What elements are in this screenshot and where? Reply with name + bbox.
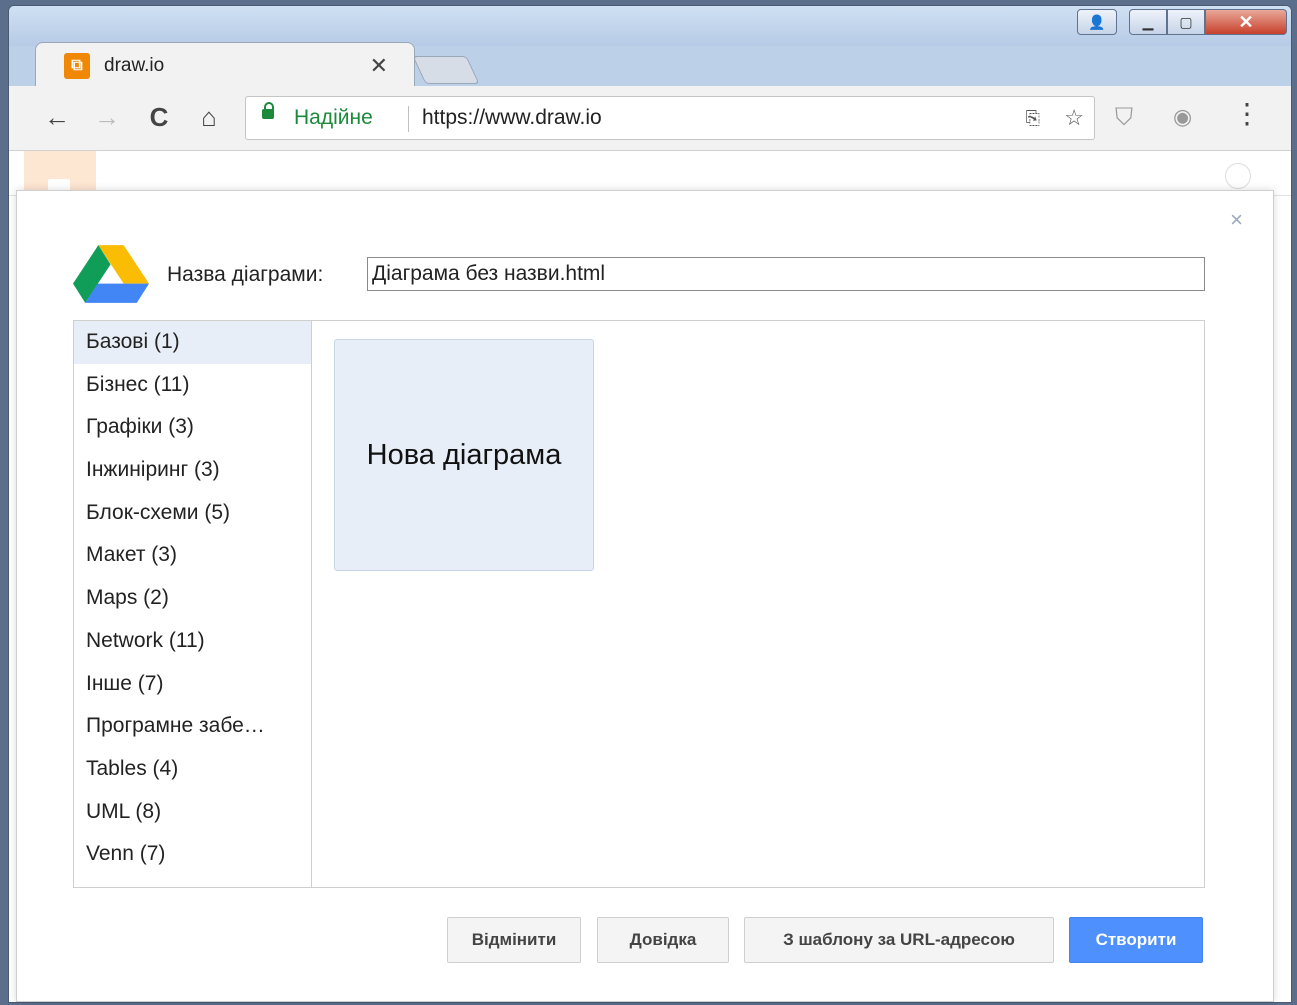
- template-label: Нова діаграма: [366, 438, 562, 471]
- reload-icon[interactable]: C: [141, 102, 177, 133]
- browser-tab[interactable]: ⧉ draw.io ✕: [35, 42, 415, 86]
- browser-menu-icon[interactable]: ⋮: [1233, 100, 1261, 128]
- forward-icon[interactable]: →: [89, 102, 125, 133]
- bookmark-star-icon[interactable]: ☆: [1064, 105, 1084, 131]
- mail-extension-icon[interactable]: ◉: [1173, 104, 1192, 130]
- window-buttons: ▁ ▢ ✕: [1129, 9, 1287, 35]
- create-button[interactable]: Створити: [1069, 917, 1203, 963]
- category-item-flowcharts[interactable]: Блок-схеми (5): [74, 492, 311, 535]
- category-item-charts[interactable]: Графіки (3): [74, 406, 311, 449]
- address-separator: [408, 106, 409, 132]
- secure-label: Надійне: [294, 106, 373, 129]
- tab-title: draw.io: [104, 55, 165, 76]
- google-drive-icon: [73, 245, 149, 303]
- category-item-engineering[interactable]: Інжиніринг (3): [74, 449, 311, 492]
- globe-icon[interactable]: [1225, 163, 1251, 189]
- tab-close-icon[interactable]: ✕: [370, 53, 388, 79]
- minimize-button[interactable]: ▁: [1129, 9, 1167, 35]
- new-diagram-dialog: × Назва діаграми: Базові (1) Бізнес (11)…: [16, 190, 1274, 1002]
- dialog-close-icon[interactable]: ×: [1230, 207, 1243, 233]
- category-item-tables[interactable]: Tables (4): [74, 748, 311, 791]
- category-item-uml[interactable]: UML (8): [74, 791, 311, 834]
- category-item-maps[interactable]: Maps (2): [74, 577, 311, 620]
- app-tile: [24, 151, 96, 195]
- category-item-layout[interactable]: Макет (3): [74, 534, 311, 577]
- category-list: Базові (1) Бізнес (11) Графіки (3) Інжин…: [74, 321, 312, 887]
- diagram-name-label: Назва діаграми:: [167, 263, 324, 286]
- window-close-button[interactable]: ✕: [1205, 9, 1287, 35]
- from-url-button[interactable]: З шаблону за URL-адресою: [744, 917, 1054, 963]
- title-bar: 👤 ▁ ▢ ✕: [9, 6, 1291, 46]
- category-item-venn[interactable]: Venn (7): [74, 833, 311, 876]
- cancel-button[interactable]: Відмінити: [447, 917, 581, 963]
- template-new-diagram[interactable]: Нова діаграма: [334, 339, 594, 571]
- maximize-button[interactable]: ▢: [1167, 9, 1205, 35]
- drawio-favicon-icon: ⧉: [64, 53, 90, 79]
- tab-content: ⧉ draw.io: [64, 53, 164, 79]
- browser-toolbar: ← → C ⌂ Надійне https://www.draw.io ⎘ ☆ …: [9, 86, 1291, 151]
- window-controls: 👤 ▁ ▢ ✕: [1077, 9, 1287, 35]
- lock-icon: [262, 102, 274, 119]
- category-item-basic[interactable]: Базові (1): [74, 321, 311, 364]
- new-tab-button[interactable]: [412, 56, 480, 84]
- category-item-other[interactable]: Інше (7): [74, 663, 311, 706]
- category-item-software[interactable]: Програмне забе…: [74, 705, 311, 748]
- url-text[interactable]: https://www.draw.io: [422, 106, 602, 130]
- diagram-name-input[interactable]: [367, 257, 1205, 291]
- template-panel: Базові (1) Бізнес (11) Графіки (3) Інжин…: [73, 320, 1205, 888]
- translate-icon[interactable]: ⎘: [1026, 108, 1040, 129]
- shield-extension-icon[interactable]: ⛉: [1115, 104, 1133, 132]
- user-profile-icon[interactable]: 👤: [1077, 9, 1117, 35]
- help-button[interactable]: Довідка: [597, 917, 729, 963]
- address-bar[interactable]: Надійне https://www.draw.io ⎘ ☆: [245, 96, 1095, 140]
- category-item-network[interactable]: Network (11): [74, 620, 311, 663]
- back-icon[interactable]: ←: [39, 102, 75, 133]
- home-icon[interactable]: ⌂: [191, 102, 227, 133]
- category-item-business[interactable]: Бізнес (11): [74, 364, 311, 407]
